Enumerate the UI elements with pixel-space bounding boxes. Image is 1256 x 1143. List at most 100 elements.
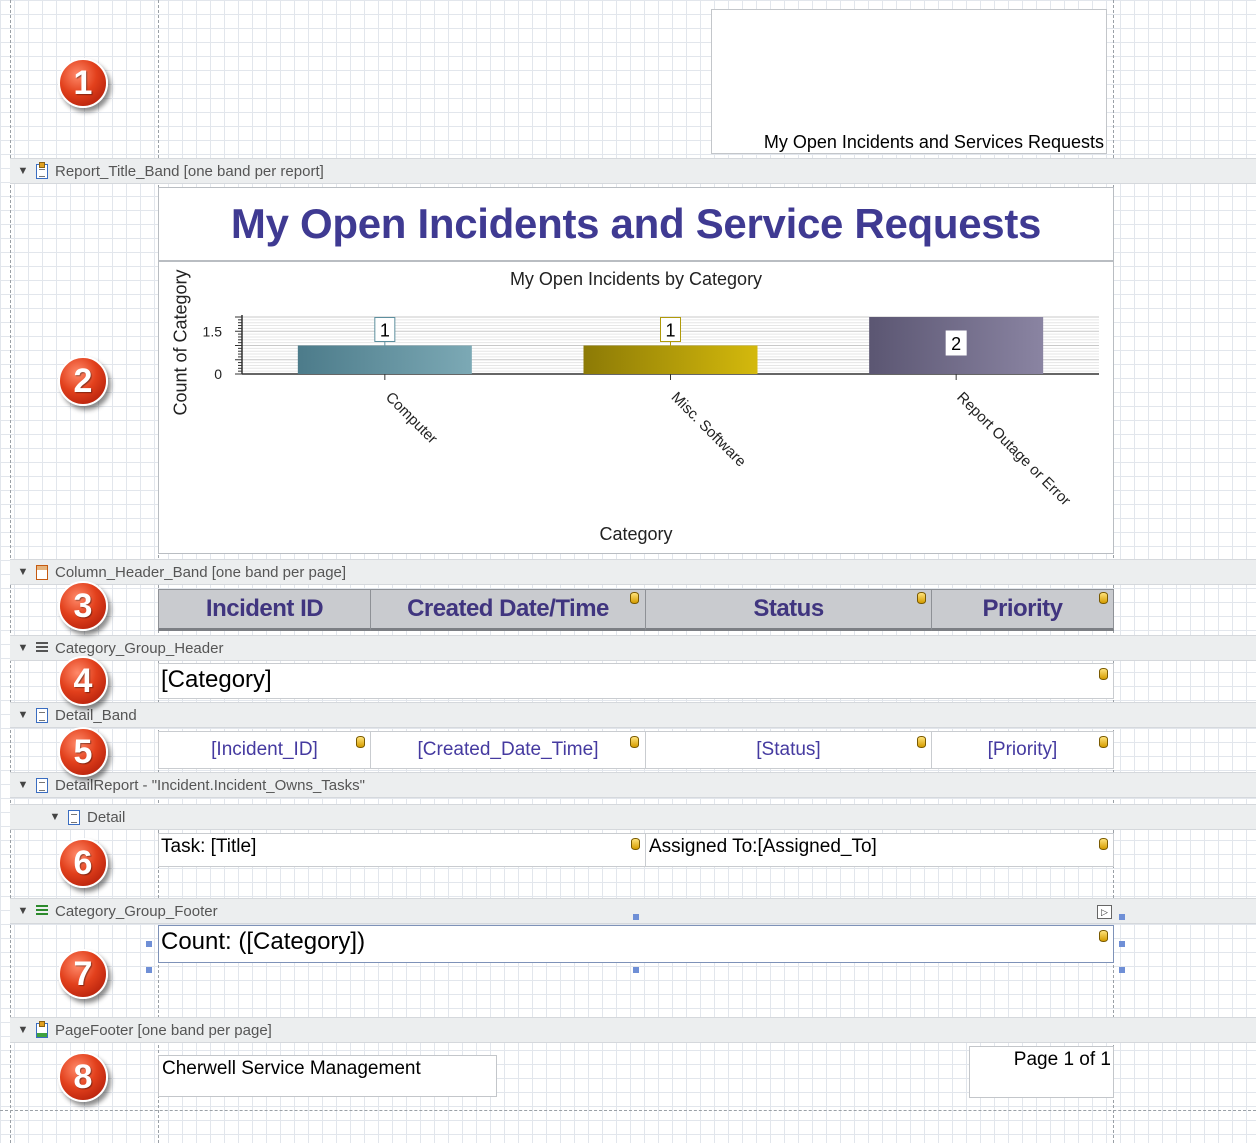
band-label: Column_Header_Band [one band per page] xyxy=(55,563,347,581)
footer-page-text: Page 1 of 1 xyxy=(1013,1049,1111,1070)
resize-handle[interactable] xyxy=(146,967,152,973)
data-label: 1 xyxy=(380,321,390,341)
band-header-report-title[interactable]: ▼ Report_Title_Band [one band per report… xyxy=(10,158,1256,184)
collapse-arrow-icon[interactable]: ▼ xyxy=(16,709,30,721)
collapse-arrow-icon[interactable]: ▼ xyxy=(16,1024,30,1036)
page-header-title-box[interactable]: My Open Incidents and Services Requests xyxy=(711,9,1107,154)
column-header-label: Status xyxy=(753,595,824,622)
collapse-arrow-icon[interactable]: ▼ xyxy=(16,779,30,791)
report-band-icon xyxy=(36,161,48,179)
detail-field-priority[interactable]: [Priority] xyxy=(931,731,1114,769)
column-header-status[interactable]: Status xyxy=(645,589,932,631)
column-header-created[interactable]: Created Date/Time xyxy=(370,589,646,631)
collapse-arrow-icon[interactable]: ▼ xyxy=(16,165,30,177)
x-tick-label: Misc. Software xyxy=(668,389,750,471)
column-header-label: Incident ID xyxy=(205,595,324,622)
report-title-box[interactable]: My Open Incidents and Service Requests xyxy=(158,187,1114,261)
band-label: Report_Title_Band [one band per report] xyxy=(55,162,324,180)
footer-page-field[interactable]: Page 1 of 1 xyxy=(969,1046,1114,1098)
band-header-group-header[interactable]: ▼ Category_Group_Header xyxy=(10,635,1256,661)
smart-tag-icon[interactable]: ▷ xyxy=(1097,905,1112,919)
database-icon xyxy=(630,736,639,748)
database-icon xyxy=(631,838,640,850)
database-icon xyxy=(356,736,365,748)
database-icon xyxy=(917,736,926,748)
y-tick-label: 0 xyxy=(214,366,222,382)
band-label: DetailReport - "Incident.Incident_Owns_T… xyxy=(55,776,365,794)
detail-field-text: [Incident_ID] xyxy=(211,739,318,760)
detail-field-created[interactable]: [Created_Date_Time] xyxy=(370,731,646,769)
group-footer-count-field[interactable]: Count: ([Category]) xyxy=(158,925,1114,963)
callout-marker-8: 8 xyxy=(58,1052,108,1102)
x-tick-label: Computer xyxy=(382,389,441,448)
band-label: Category_Group_Footer xyxy=(55,902,218,920)
database-icon xyxy=(917,592,926,604)
band-header-detail-sub[interactable]: ▼ Detail xyxy=(10,804,1256,830)
report-title: My Open Incidents and Service Requests xyxy=(230,200,1042,247)
callout-marker-5: 5 xyxy=(58,727,108,777)
group-footer-band-icon xyxy=(36,904,48,919)
detail-field-text: [Status] xyxy=(756,739,821,760)
callout-marker-6: 6 xyxy=(58,838,108,888)
database-icon xyxy=(1099,838,1108,850)
database-icon xyxy=(1099,930,1108,942)
collapse-arrow-icon[interactable]: ▼ xyxy=(16,642,30,654)
chart-y-axis-title: Count of Category xyxy=(170,269,191,416)
chart-control[interactable]: 0 1.5 Computer 1 Misc. Software 1 Report Outag… xyxy=(158,261,1114,554)
band-header-column-header[interactable]: ▼ Column_Header_Band [one band per page] xyxy=(10,559,1256,585)
band-header-detail-report[interactable]: ▼ DetailReport - "Incident.Incident_Owns… xyxy=(10,772,1256,798)
footer-company-text: Cherwell Service Management xyxy=(162,1058,421,1079)
resize-handle[interactable] xyxy=(1119,967,1125,973)
y-tick-label: 1.5 xyxy=(203,323,223,339)
resize-handle[interactable] xyxy=(1119,941,1125,947)
chart-title: My Open Incidents by Category xyxy=(509,269,763,289)
column-header-label: Created Date/Time xyxy=(407,595,609,622)
data-label: 2 xyxy=(951,334,961,354)
collapse-arrow-icon[interactable]: ▼ xyxy=(16,566,30,578)
detail-band-icon xyxy=(68,809,80,825)
page-footer-band-icon xyxy=(36,1020,48,1038)
callout-marker-7: 7 xyxy=(58,949,108,999)
resize-handle[interactable] xyxy=(146,941,152,947)
band-label: Detail xyxy=(87,808,126,826)
bottom-page-guide xyxy=(0,1110,1256,1111)
column-header-band-icon xyxy=(36,564,48,580)
group-band-icon xyxy=(36,641,48,656)
callout-marker-2: 2 xyxy=(58,356,108,406)
task-assigned-field[interactable]: Assigned To:[Assigned_To] xyxy=(645,833,1114,867)
band-header-detail[interactable]: ▼ Detail_Band xyxy=(10,702,1256,728)
column-header-label: Priority xyxy=(982,595,1063,622)
database-icon xyxy=(1099,668,1108,680)
page-header-title-text: My Open Incidents and Services Requests xyxy=(763,132,1104,152)
database-icon xyxy=(1099,736,1108,748)
task-title-field[interactable]: Task: [Title] xyxy=(158,833,646,867)
band-header-group-footer[interactable]: ▼ Category_Group_Footer xyxy=(10,898,1256,924)
bar-chart: 0 1.5 Computer 1 Misc. Software 1 Report Outag… xyxy=(203,315,1099,509)
footer-company-field[interactable]: Cherwell Service Management xyxy=(158,1055,497,1097)
detail-field-status[interactable]: [Status] xyxy=(645,731,932,769)
detail-field-text: [Priority] xyxy=(987,739,1058,760)
chart-bar xyxy=(297,345,472,374)
band-label: Category_Group_Header xyxy=(55,639,224,657)
collapse-arrow-icon[interactable]: ▼ xyxy=(48,811,62,823)
band-label: Detail_Band xyxy=(55,706,137,724)
detail-field-incident-id[interactable]: [Incident_ID] xyxy=(158,731,371,769)
band-header-page-footer[interactable]: ▼ PageFooter [one band per page] xyxy=(10,1017,1256,1043)
database-icon xyxy=(630,592,639,604)
chart-bar xyxy=(583,345,758,374)
task-title-text: Task: [Title] xyxy=(161,836,257,857)
group-footer-count-text: Count: ([Category]) xyxy=(161,928,366,955)
group-header-category-field[interactable]: [Category] xyxy=(158,663,1114,699)
callout-marker-3: 3 xyxy=(58,581,108,631)
task-assigned-text: Assigned To:[Assigned_To] xyxy=(649,836,877,857)
collapse-arrow-icon[interactable]: ▼ xyxy=(16,905,30,917)
column-header-incident-id[interactable]: Incident ID xyxy=(158,589,371,631)
band-label: PageFooter [one band per page] xyxy=(55,1021,272,1039)
column-header-priority[interactable]: Priority xyxy=(931,589,1114,631)
callout-marker-1: 1 xyxy=(58,58,108,108)
resize-handle[interactable] xyxy=(633,914,639,920)
data-label: 1 xyxy=(665,321,675,341)
database-icon xyxy=(1099,592,1108,604)
resize-handle[interactable] xyxy=(1119,914,1125,920)
resize-handle[interactable] xyxy=(633,967,639,973)
